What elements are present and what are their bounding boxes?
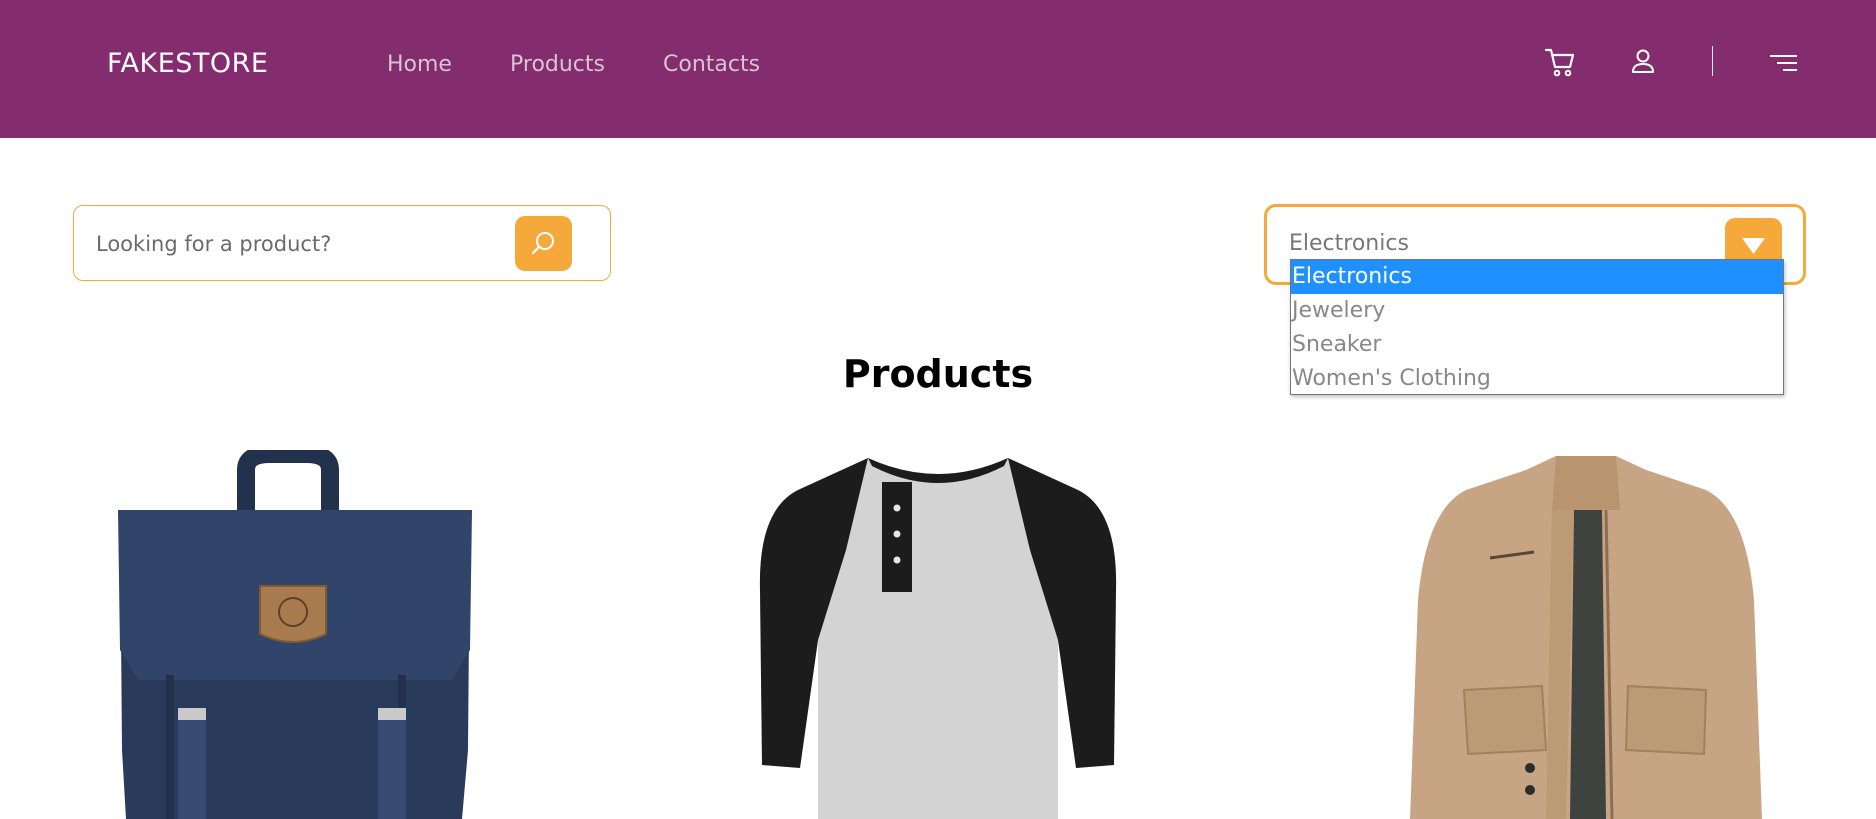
site-header: FAKESTORE Home Products Contacts <box>0 0 1876 138</box>
category-option-jewelery[interactable]: Jewelery <box>1291 294 1783 328</box>
product-image-backpack[interactable] <box>110 450 480 819</box>
nav-contacts-link[interactable]: Contacts <box>663 52 760 77</box>
logo[interactable]: FAKESTORE <box>107 48 269 79</box>
header-divider <box>1712 46 1713 76</box>
triangle-down-icon <box>1742 238 1765 254</box>
cart-icon[interactable] <box>1544 46 1576 78</box>
search-button[interactable] <box>515 216 572 271</box>
user-icon[interactable] <box>1631 48 1655 74</box>
search-icon <box>531 232 554 255</box>
search-bar <box>73 205 611 281</box>
nav-products-link[interactable]: Products <box>510 52 605 77</box>
product-image-jacket[interactable] <box>1406 450 1766 819</box>
category-select-value: Electronics <box>1289 231 1409 256</box>
nav-home-link[interactable]: Home <box>387 52 452 77</box>
products-heading: Products <box>842 352 1034 396</box>
category-option-electronics[interactable]: Electronics <box>1291 260 1783 294</box>
menu-icon[interactable] <box>1770 54 1798 72</box>
product-image-raglan-shirt[interactable] <box>758 450 1118 819</box>
search-input[interactable] <box>94 224 478 264</box>
